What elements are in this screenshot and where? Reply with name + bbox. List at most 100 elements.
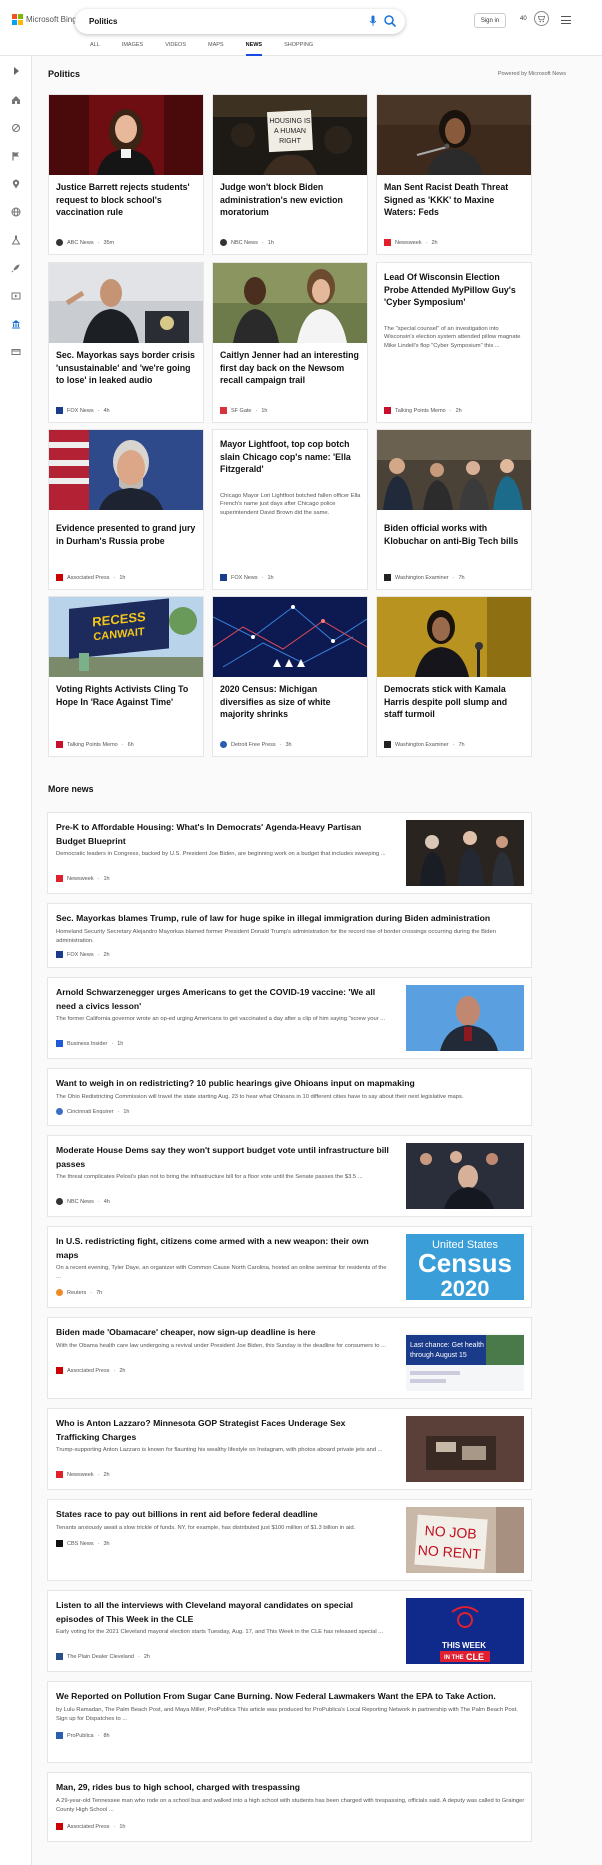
news-card[interactable]: Sec. Mayorkas says border crisis 'unsust…	[48, 262, 204, 423]
news-card[interactable]: Justice Barrett rejects students' reques…	[48, 94, 204, 255]
news-card[interactable]: Biden official works with Klobuchar on a…	[376, 429, 532, 590]
source-time: 1h	[267, 574, 274, 581]
item-title[interactable]: Who is Anton Lazzaro? Minnesota GOP Stra…	[56, 1417, 391, 1444]
tab-shopping[interactable]: SHOPPING	[284, 40, 313, 56]
list-item[interactable]: Who is Anton Lazzaro? Minnesota GOP Stra…	[47, 1408, 532, 1490]
item-source: Reuters · 7h	[56, 1289, 102, 1296]
item-title[interactable]: We Reported on Pollution From Sugar Cane…	[56, 1690, 526, 1704]
money-icon[interactable]	[11, 347, 21, 357]
card-source: Washington Examiner · 7h	[384, 741, 465, 748]
item-title[interactable]: Moderate House Dems say they won't suppo…	[56, 1144, 391, 1171]
item-title[interactable]: States race to pay out billions in rent …	[56, 1508, 391, 1522]
source-time: 2h	[119, 1367, 126, 1374]
item-source: Associated Press · 1h	[56, 1823, 125, 1830]
source-name: Reuters	[67, 1289, 87, 1296]
item-title[interactable]: Listen to all the interviews with Clevel…	[56, 1599, 391, 1626]
flag-icon[interactable]	[11, 151, 21, 161]
publisher-logo-icon	[56, 407, 63, 414]
source-name: Business Insider	[67, 1040, 108, 1047]
item-title[interactable]: Man, 29, rides bus to high school, charg…	[56, 1781, 526, 1795]
list-item[interactable]: Man, 29, rides bus to high school, charg…	[47, 1772, 532, 1842]
source-name: Newsweek	[67, 1471, 94, 1478]
publisher-logo-icon	[56, 1732, 63, 1739]
card-title[interactable]: 2020 Census: Michigan diversifies as siz…	[220, 683, 362, 721]
sports-icon[interactable]	[11, 123, 21, 133]
search-input[interactable]	[89, 17, 339, 26]
search-icon[interactable]	[383, 14, 397, 28]
tab-maps[interactable]: MAPS	[208, 40, 224, 56]
list-item[interactable]: Want to weigh in on redistricting? 10 pu…	[47, 1068, 532, 1126]
card-title[interactable]: Biden official works with Klobuchar on a…	[384, 522, 526, 547]
tab-news[interactable]: NEWS	[245, 40, 263, 56]
tab-videos[interactable]: VIDEOS	[165, 40, 186, 56]
source-name: Associated Press	[67, 1823, 110, 1830]
video-icon[interactable]	[11, 291, 21, 301]
tab-all[interactable]: ALL	[90, 40, 100, 56]
news-card[interactable]: HOUSING IS A HUMAN RIGHT Judge won't blo…	[212, 94, 368, 255]
news-card[interactable]: Lead Of Wisconsin Election Probe Attende…	[376, 262, 532, 423]
list-item[interactable]: Biden made 'Obamacare' cheaper, now sign…	[47, 1317, 532, 1399]
news-card[interactable]: Democrats stick with Kamala Harris despi…	[376, 596, 532, 757]
search-tabs: ALL IMAGES VIDEOS MAPS NEWS SHOPPING	[90, 40, 335, 56]
news-card[interactable]: Evidence presented to grand jury in Durh…	[48, 429, 204, 590]
list-item[interactable]: Pre-K to Affordable Housing: What's In D…	[47, 812, 532, 894]
location-icon[interactable]	[11, 179, 21, 189]
item-snippet: Trump-supporting Anton Lazzaro is known …	[56, 1447, 383, 1453]
news-card[interactable]: Caitlyn Jenner had an interesting first …	[212, 262, 368, 423]
card-title[interactable]: Democrats stick with Kamala Harris despi…	[384, 683, 526, 721]
item-title[interactable]: Arnold Schwarzenegger urges Americans to…	[56, 986, 391, 1013]
card-title[interactable]: Evidence presented to grand jury in Durh…	[56, 522, 198, 547]
microphone-icon[interactable]	[369, 15, 377, 27]
list-item[interactable]: Moderate House Dems say they won't suppo…	[47, 1135, 532, 1217]
list-item[interactable]: We Reported on Pollution From Sugar Cane…	[47, 1681, 532, 1763]
sign-in-button[interactable]: Sign in	[474, 13, 506, 28]
list-item[interactable]: Sec. Mayorkas blames Trump, rule of law …	[47, 903, 532, 968]
hamburger-menu-icon[interactable]	[561, 16, 571, 24]
item-title[interactable]: Sec. Mayorkas blames Trump, rule of law …	[56, 912, 526, 926]
card-source: SF Gate · 1h	[220, 407, 267, 414]
list-item[interactable]: States race to pay out billions in rent …	[47, 1499, 532, 1581]
item-title[interactable]: In U.S. redistricting fight, citizens co…	[56, 1235, 391, 1262]
card-title[interactable]: Caitlyn Jenner had an interesting first …	[220, 349, 362, 387]
globe-icon[interactable]	[11, 207, 21, 217]
source-name: ABC News	[67, 239, 94, 246]
item-title[interactable]: Biden made 'Obamacare' cheaper, now sign…	[56, 1326, 391, 1340]
news-card[interactable]: Mayor Lightfoot, top cop botch slain Chi…	[212, 429, 368, 590]
news-card[interactable]: Man Sent Racist Death Threat Signed as '…	[376, 94, 532, 255]
news-photo: HOUSING IS A HUMAN RIGHT	[213, 95, 367, 175]
rocket-icon[interactable]	[11, 263, 21, 273]
source-name: ProPublica	[67, 1732, 94, 1739]
item-title[interactable]: Want to weigh in on redistricting? 10 pu…	[56, 1077, 526, 1091]
search-box[interactable]	[75, 9, 405, 34]
politics-building-icon[interactable]	[11, 319, 21, 329]
list-item[interactable]: Listen to all the interviews with Clevel…	[47, 1590, 532, 1672]
item-snippet: The former California governor wrote an …	[56, 1016, 386, 1022]
source-name: Associated Press	[67, 1367, 110, 1374]
item-title[interactable]: Pre-K to Affordable Housing: What's In D…	[56, 821, 391, 848]
card-title[interactable]: Mayor Lightfoot, top cop botch slain Chi…	[220, 438, 362, 476]
card-title[interactable]: Voting Rights Activists Cling To Hope In…	[56, 683, 198, 708]
card-title[interactable]: Justice Barrett rejects students' reques…	[56, 181, 198, 219]
bing-logo[interactable]: Microsoft Bing	[12, 14, 77, 25]
tab-images[interactable]: IMAGES	[122, 40, 143, 56]
home-icon[interactable]	[11, 95, 21, 105]
rewards-icon[interactable]	[534, 11, 549, 26]
card-title[interactable]: Sec. Mayorkas says border crisis 'unsust…	[56, 349, 198, 387]
card-title[interactable]: Judge won't block Biden administration's…	[220, 181, 362, 219]
source-time: 35m	[103, 239, 115, 246]
rewards-points[interactable]: 40	[520, 16, 527, 22]
science-icon[interactable]	[11, 235, 21, 245]
health-line-2: through August 15	[410, 1352, 467, 1359]
news-card[interactable]: RECESS CANWAIT Voting Rights Activists C…	[48, 596, 204, 757]
expand-arrow-icon[interactable]	[11, 66, 21, 76]
news-photo	[377, 430, 531, 510]
card-title[interactable]: Lead Of Wisconsin Election Probe Attende…	[384, 271, 526, 309]
list-item[interactable]: In U.S. redistricting fight, citizens co…	[47, 1226, 532, 1308]
list-item[interactable]: Arnold Schwarzenegger urges Americans to…	[47, 977, 532, 1059]
news-card[interactable]: 2020 Census: Michigan diversifies as siz…	[212, 596, 368, 757]
source-name: NBC News	[67, 1198, 94, 1205]
brand-name: Microsoft Bing	[26, 15, 77, 24]
publisher-logo-icon	[56, 875, 63, 882]
source-time: 7h	[458, 741, 465, 748]
card-title[interactable]: Man Sent Racist Death Threat Signed as '…	[384, 181, 526, 219]
